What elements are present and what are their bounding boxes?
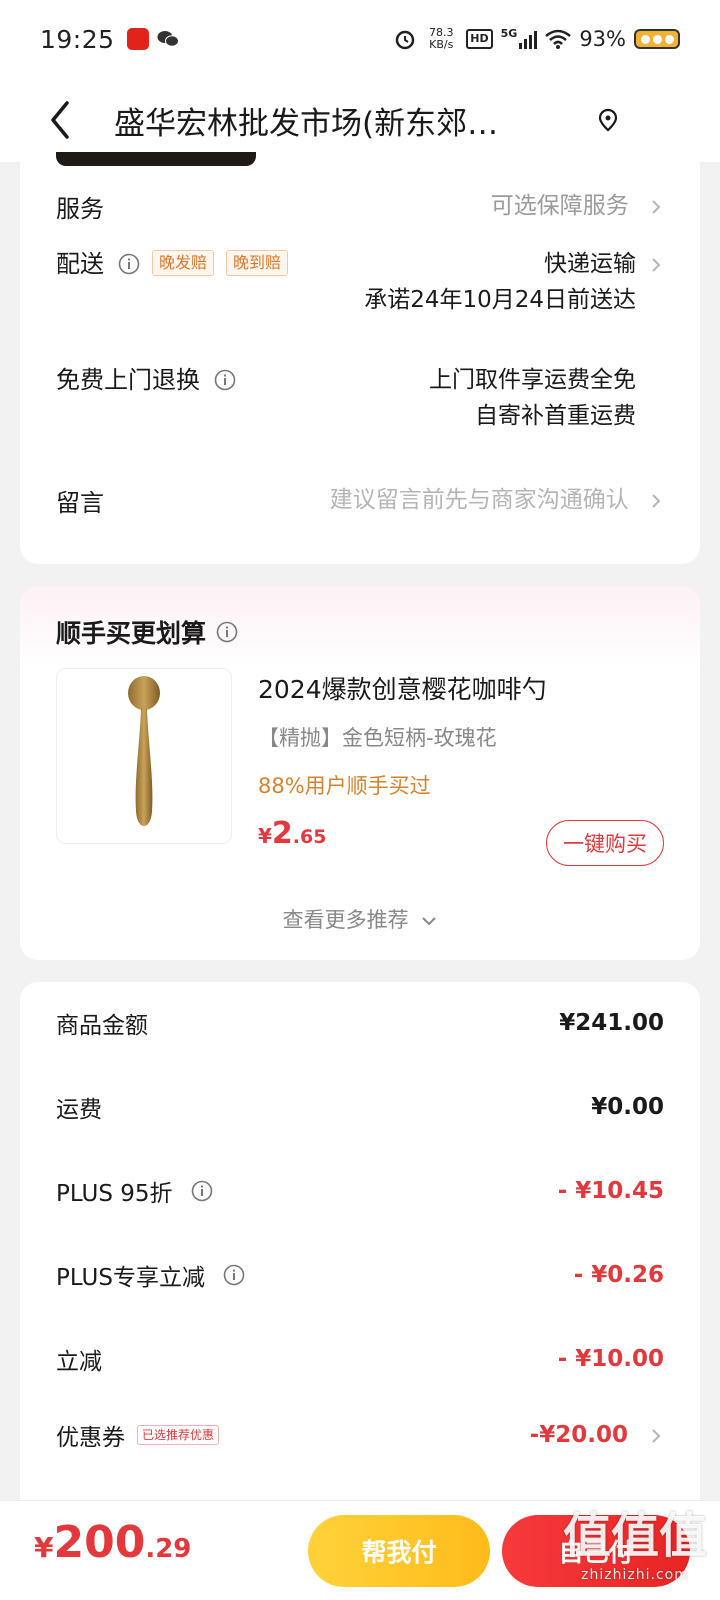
hd-icon: HD <box>466 29 493 49</box>
amount-summary-card: 商品金额 ¥241.00 运费 ¥0.00 PLUS 95折 - ¥10.45 … <box>20 982 700 1542</box>
product-image-peek <box>56 152 256 166</box>
shipping-fee-value: ¥0.00 <box>591 1094 664 1120</box>
service-label: 服务 <box>56 194 104 223</box>
return-row: 免费上门退换 上门取件享运费全免 自寄补首重运费 <box>56 362 664 434</box>
one-click-buy-button[interactable]: 一键购买 <box>546 820 664 866</box>
return-label: 免费上门退换 <box>56 366 200 394</box>
status-time: 19:25 <box>40 24 115 54</box>
coupon-tag: 已选推荐优惠 <box>137 1425 220 1445</box>
instant-discount-row: 立减 - ¥10.00 <box>56 1346 664 1375</box>
chevron-right-icon <box>652 493 661 508</box>
message-row[interactable]: 留言 建议留言前先与商家沟通确认 <box>56 482 664 518</box>
gold-spoon-image <box>128 676 160 826</box>
product-social-proof: 88%用户顺手买过 <box>258 774 431 798</box>
info-icon[interactable] <box>223 1264 245 1286</box>
delivery-promise: 承诺24年10月24日前送达 <box>364 287 636 313</box>
instant-discount-value: - ¥10.00 <box>557 1346 664 1372</box>
return-value: 上门取件享运费全免 自寄补首重运费 <box>429 367 636 429</box>
product-name[interactable]: 2024爆款创意樱花咖啡勺 <box>258 670 547 706</box>
coupon-value: -¥20.00 <box>530 1422 664 1448</box>
recommend-title: 顺手买更划算 <box>56 614 238 650</box>
total-price: ¥200.29 <box>34 1517 192 1568</box>
location-pin-icon <box>598 108 618 132</box>
goods-amount-value: ¥241.00 <box>559 1010 664 1036</box>
product-spec: 【精抛】金色短柄-玫瑰花 <box>258 726 497 750</box>
message-label: 留言 <box>56 488 104 517</box>
location-button[interactable] <box>588 100 628 140</box>
wechat-icon <box>157 31 179 47</box>
chevron-right-icon <box>652 199 661 214</box>
help-pay-button[interactable]: 帮我付 <box>308 1515 490 1587</box>
plus-discount-value: - ¥10.45 <box>557 1178 664 1204</box>
message-input[interactable]: 建议留言前先与商家沟通确认 <box>330 482 664 518</box>
wifi-icon <box>545 29 572 49</box>
late-arrival-tag: 晚到赔 <box>226 250 289 276</box>
goods-amount-row: 商品金额 ¥241.00 <box>56 1010 664 1039</box>
checkout-bar: ¥200.29 帮我付 自己付 <box>0 1500 720 1600</box>
shipping-fee-row: 运费 ¥0.00 <box>56 1094 664 1123</box>
page-header: 盛华宏林批发市场(新东郊… <box>0 78 720 162</box>
recommend-card: 顺手买更划算 2024爆款创意樱花咖啡勺 【精抛】金色短柄-玫瑰花 88%用户顺… <box>20 586 700 960</box>
chevron-right-icon <box>652 257 661 272</box>
info-icon[interactable] <box>118 253 140 275</box>
status-bar: 19:25 78.3 KB/s HD 5G 93% <box>0 0 720 78</box>
plus-exclusive-row: PLUS专享立减 - ¥0.26 <box>56 1262 664 1291</box>
self-pay-button[interactable]: 自己付 <box>502 1515 690 1587</box>
info-icon[interactable] <box>216 621 238 643</box>
delivery-method: 快递运输 <box>544 251 636 277</box>
store-title: 盛华宏林批发市场(新东郊… <box>114 105 499 142</box>
chevron-right-icon <box>652 1428 661 1443</box>
late-ship-tag: 晚发赔 <box>152 250 215 276</box>
plus-exclusive-value: - ¥0.26 <box>573 1262 664 1288</box>
delivery-value: 快递运输 承诺24年10月24日前送达 <box>364 246 664 318</box>
alarm-icon <box>396 30 415 50</box>
service-value: 可选保障服务 <box>491 188 664 224</box>
chevron-left-icon <box>51 101 69 139</box>
cellular-signal-icon: 5G <box>501 28 538 49</box>
status-indicators: 78.3 KB/s HD 5G 93% <box>394 27 680 51</box>
net-speed: 78.3 KB/s <box>429 26 454 51</box>
info-icon[interactable] <box>191 1180 213 1202</box>
product-price: ¥2.65 <box>258 816 327 851</box>
battery-icon <box>634 29 680 49</box>
chevron-down-icon <box>422 917 437 926</box>
product-image[interactable] <box>56 668 232 844</box>
delivery-label: 配送 <box>56 250 104 278</box>
service-row[interactable]: 服务 可选保障服务 <box>56 188 664 224</box>
back-button[interactable] <box>30 90 90 150</box>
info-icon[interactable] <box>214 369 236 391</box>
shop-app-icon <box>126 28 149 50</box>
coupon-row[interactable]: 优惠券 已选推荐优惠 -¥20.00 <box>56 1418 664 1452</box>
order-info-card: 服务 可选保障服务 配送 晚发赔 晚到赔 快递运输 承诺24年10月24日前送达… <box>20 152 700 564</box>
plus-discount-row: PLUS 95折 - ¥10.45 <box>56 1178 664 1207</box>
battery-percent: 93% <box>579 27 626 51</box>
delivery-row[interactable]: 配送 晚发赔 晚到赔 快递运输 承诺24年10月24日前送达 <box>56 246 664 318</box>
more-recommend-button[interactable]: 查看更多推荐 <box>20 904 700 934</box>
